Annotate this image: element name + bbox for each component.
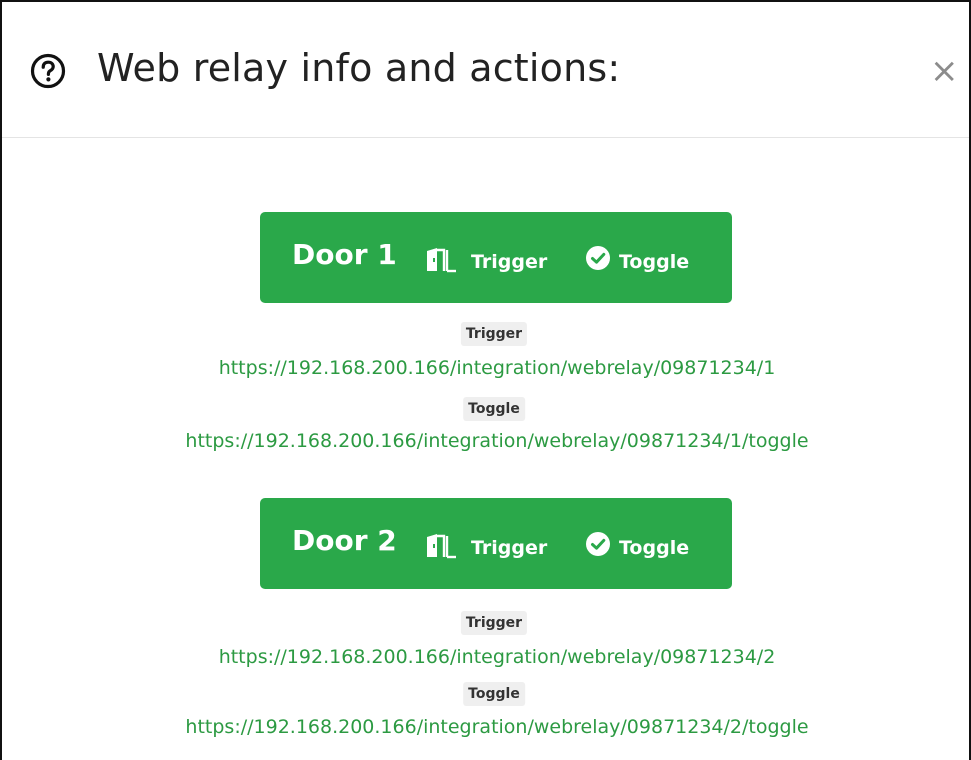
check-circle-icon [586, 532, 610, 556]
trigger-url-label: Trigger [460, 322, 528, 346]
door-open-icon [427, 248, 456, 273]
trigger-label: Trigger [471, 537, 548, 559]
toggle-url-link[interactable]: https://192.168.200.166/integration/webr… [185, 716, 808, 738]
toggle-label: Toggle [619, 251, 690, 273]
toggle-url-link[interactable]: https://192.168.200.166/integration/webr… [185, 430, 808, 452]
web-relay-modal: Web relay info and actions: × Door 1 Tri… [0, 0, 971, 760]
modal-title: Web relay info and actions: [97, 46, 621, 90]
door-2-button[interactable]: Door 2 Trigger Toggle [260, 498, 732, 589]
trigger-url-label: Trigger [460, 611, 528, 635]
toggle-url-label: Toggle [463, 682, 525, 706]
trigger-url-link[interactable]: https://192.168.200.166/integration/webr… [219, 646, 776, 668]
door-name: Door 2 [292, 524, 397, 557]
door-name: Door 1 [292, 238, 397, 271]
trigger-label: Trigger [471, 251, 548, 273]
door-1-button[interactable]: Door 1 Trigger Toggle [260, 212, 732, 303]
question-circle-icon [30, 53, 66, 89]
toggle-label: Toggle [619, 537, 690, 559]
close-button[interactable]: × [930, 54, 959, 88]
check-circle-icon [586, 246, 610, 270]
trigger-url-link[interactable]: https://192.168.200.166/integration/webr… [219, 357, 776, 379]
modal-header: Web relay info and actions: × [2, 2, 969, 138]
toggle-url-label: Toggle [463, 397, 525, 421]
door-open-icon [427, 534, 456, 559]
